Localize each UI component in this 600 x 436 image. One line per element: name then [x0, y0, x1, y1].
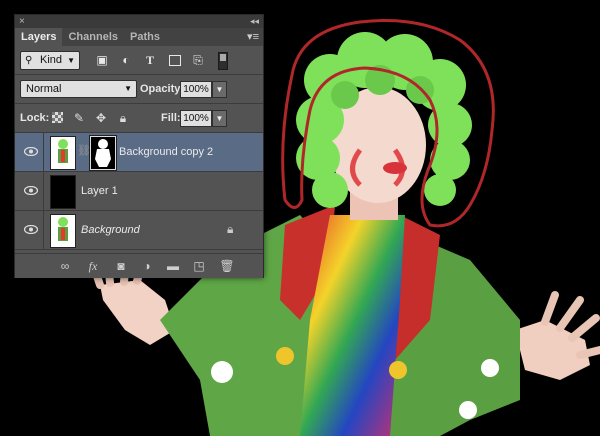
- layer-mask-thumbnail[interactable]: [89, 135, 117, 171]
- eye-icon[interactable]: [24, 147, 38, 156]
- filter-toggle[interactable]: [218, 52, 228, 70]
- lock-brush-icon[interactable]: ✎: [72, 111, 86, 125]
- search-icon: ⚲: [25, 55, 33, 66]
- layer-thumbnail: [50, 175, 76, 209]
- eye-icon[interactable]: [24, 186, 38, 195]
- type-filter-icon[interactable]: T: [143, 53, 157, 67]
- trash-icon[interactable]: 🗑︎: [219, 259, 235, 273]
- layer-name[interactable]: Layer 1: [81, 184, 118, 198]
- lock-label: Lock:: [20, 112, 50, 124]
- divider: [15, 74, 263, 75]
- shape-filter-icon[interactable]: [169, 55, 181, 66]
- adjustment-filter-icon[interactable]: ◐: [119, 53, 133, 67]
- link-icon[interactable]: ⛓: [77, 144, 91, 157]
- layer-row-background[interactable]: Background 🔒︎: [15, 211, 263, 250]
- lock-all-icon[interactable]: 🔒︎: [116, 111, 130, 125]
- fill-input[interactable]: 100%: [180, 110, 212, 127]
- lock-transparent-icon[interactable]: [52, 112, 63, 123]
- divider: [43, 211, 44, 249]
- lock-move-icon[interactable]: ✥: [94, 111, 108, 125]
- layer-row-background-copy-2[interactable]: ⛓ Background copy 2: [15, 133, 263, 172]
- divider: [43, 172, 44, 210]
- link-icon[interactable]: ∞: [57, 259, 73, 273]
- fill-dropdown-icon[interactable]: ▼: [212, 110, 227, 127]
- smart-object-filter-icon[interactable]: ⎘: [191, 53, 205, 67]
- layers-panel: × ◂◂ Layers Channels Paths ▾≡ ⚲ Kind ▼ ▣…: [14, 14, 264, 278]
- layer-name[interactable]: Background copy 2: [119, 145, 213, 159]
- new-layer-icon[interactable]: ◳: [191, 259, 207, 273]
- tab-layers[interactable]: Layers: [15, 28, 63, 46]
- group-folder-icon[interactable]: ▬: [165, 259, 181, 273]
- fill-label: Fill:: [161, 112, 181, 124]
- divider: [15, 103, 263, 104]
- layer-row-layer-1[interactable]: Layer 1: [15, 172, 263, 211]
- opacity-label: Opacity:: [140, 83, 185, 95]
- panel-menu-icon[interactable]: ▾≡: [247, 30, 259, 44]
- panel-tabs: Layers Channels Paths ▾≡: [15, 28, 263, 46]
- kind-filter-label: Kind: [40, 54, 63, 66]
- kind-filter-select[interactable]: ⚲ Kind ▼: [20, 51, 80, 70]
- lock-icon: 🔒︎: [227, 222, 234, 236]
- layer-name[interactable]: Background: [81, 223, 140, 237]
- layer-thumbnail: [50, 136, 76, 170]
- layer-thumbnail: [50, 214, 76, 248]
- opacity-dropdown-icon[interactable]: ▼: [212, 81, 227, 98]
- close-icon[interactable]: ×: [19, 15, 25, 28]
- image-filter-icon[interactable]: ▣: [95, 53, 109, 67]
- tab-paths[interactable]: Paths: [124, 28, 166, 46]
- blend-mode-select[interactable]: Normal ▼: [20, 80, 137, 98]
- panel-titlebar: × ◂◂: [15, 15, 263, 28]
- chevron-down-icon: ▼: [67, 56, 75, 65]
- divider: [43, 133, 44, 171]
- tab-channels[interactable]: Channels: [62, 28, 124, 46]
- layers-bottom-bar: ∞ fx ◙ ◑ ▬ ◳ 🗑︎: [15, 253, 263, 278]
- chevron-down-icon: ▼: [124, 84, 132, 93]
- blend-mode-value: Normal: [26, 83, 62, 95]
- add-mask-icon[interactable]: ◙: [113, 259, 129, 273]
- collapse-icon[interactable]: ◂◂: [250, 15, 259, 28]
- fx-icon[interactable]: fx: [85, 259, 101, 273]
- opacity-input[interactable]: 100%: [180, 81, 212, 98]
- adjustment-layer-icon[interactable]: ◑: [139, 259, 155, 273]
- eye-icon[interactable]: [24, 225, 38, 234]
